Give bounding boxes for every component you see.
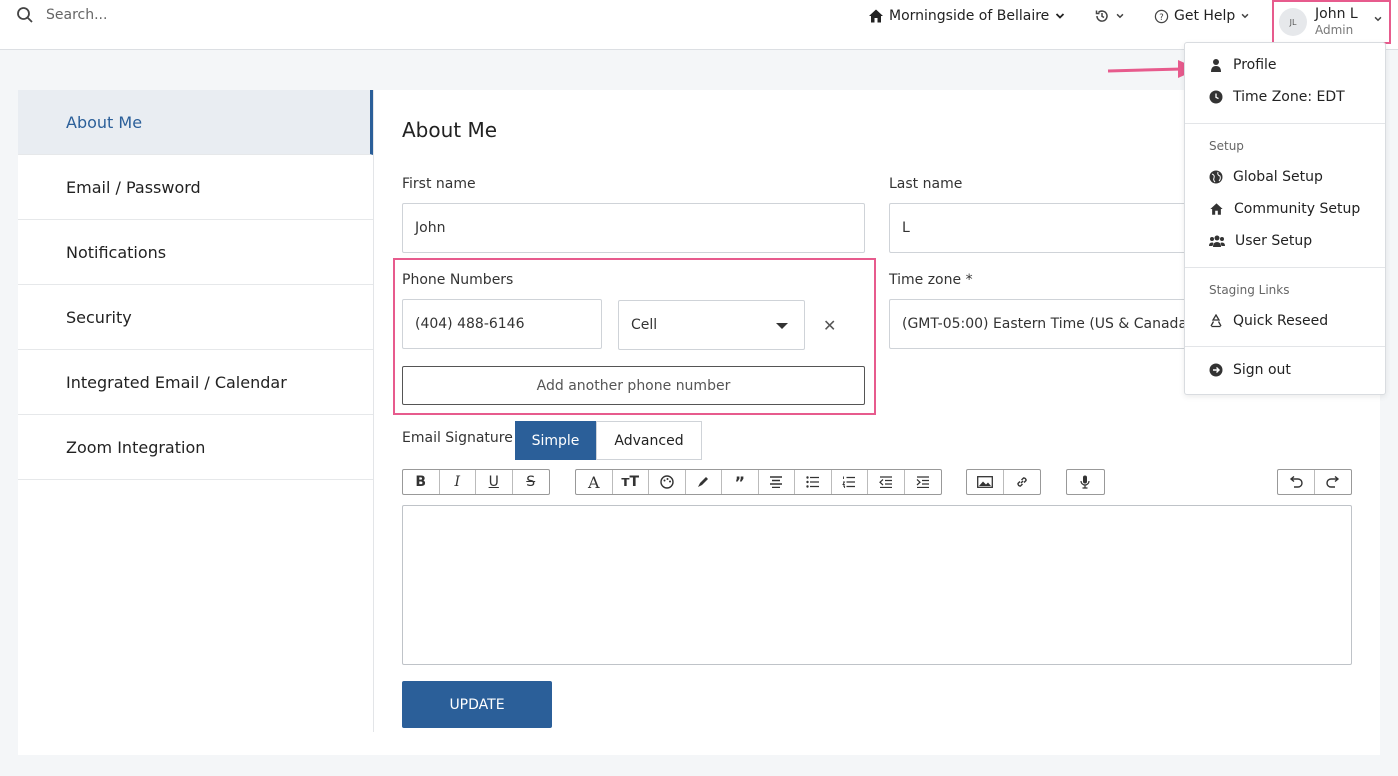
timezone-label: Time zone *: [889, 272, 973, 288]
sidebar-item-email-password[interactable]: Email / Password: [18, 155, 373, 220]
add-phone-button[interactable]: Add another phone number: [402, 366, 865, 405]
search-input[interactable]: [46, 7, 346, 23]
recycle-icon: [1210, 314, 1222, 328]
community-name: Morningside of Bellaire: [889, 8, 1050, 24]
menu-item-profile[interactable]: Profile: [1209, 57, 1277, 73]
settings-sidebar: About Me Email / Password Notifications …: [18, 90, 374, 732]
sidebar-item-notifications[interactable]: Notifications: [18, 220, 373, 285]
timezone-select[interactable]: (GMT-05:00) Eastern Time (US & Canada): [889, 299, 1189, 349]
signature-mode-advanced-button[interactable]: Advanced: [596, 421, 702, 460]
history-icon: [1095, 10, 1108, 22]
chevron-down-icon: [1241, 13, 1249, 19]
caret-down-icon: [776, 323, 788, 329]
globe-icon: [1209, 170, 1223, 184]
signature-mode-simple-button[interactable]: Simple: [515, 421, 596, 460]
phone-type-value: Cell: [631, 317, 658, 333]
user-menu-button[interactable]: JL John L Admin: [1272, 0, 1391, 44]
bold-icon[interactable]: B: [403, 470, 440, 494]
home-icon: [869, 9, 883, 23]
sidebar-item-integrated-email-calendar[interactable]: Integrated Email / Calendar: [18, 350, 373, 415]
menu-divider: [1185, 267, 1385, 268]
first-name-field[interactable]: John: [402, 203, 865, 253]
menu-section-staging-links: Staging Links: [1209, 283, 1290, 297]
highlighter-icon[interactable]: [686, 470, 722, 494]
menu-divider: [1185, 346, 1385, 347]
svg-text:?: ?: [1159, 11, 1163, 21]
history-button[interactable]: [1094, 8, 1125, 24]
users-icon: [1209, 235, 1225, 247]
remove-phone-icon[interactable]: ✕: [823, 316, 836, 335]
redo-icon[interactable]: [1315, 470, 1352, 494]
link-icon[interactable]: [1004, 470, 1041, 494]
home-icon: [1210, 203, 1223, 215]
italic-icon[interactable]: I: [440, 470, 476, 494]
menu-item-label: Quick Reseed: [1233, 313, 1329, 329]
sidebar-item-about-me[interactable]: About Me: [18, 90, 373, 155]
bullet-list-icon[interactable]: [795, 470, 832, 494]
email-signature-label: Email Signature: [402, 430, 513, 446]
phone-type-select[interactable]: Cell: [618, 300, 805, 350]
clock-icon: [1209, 90, 1223, 104]
font-size-icon[interactable]: тT: [613, 470, 649, 494]
phone-number-field[interactable]: (404) 488-6146: [402, 299, 602, 349]
audio-toolbar: [1066, 469, 1105, 495]
menu-item-sign-out[interactable]: Sign out: [1209, 362, 1291, 378]
user-dropdown-menu: Profile Time Zone: EDT Setup Global Setu…: [1184, 42, 1386, 395]
menu-item-global-setup[interactable]: Global Setup: [1209, 169, 1323, 185]
user-role: Admin: [1315, 23, 1354, 37]
menu-item-label: Community Setup: [1234, 201, 1361, 217]
help-button[interactable]: ? Get Help: [1154, 8, 1250, 24]
user-name: John L: [1315, 6, 1358, 22]
history-toolbar: [1277, 469, 1352, 495]
page-title: About Me: [402, 118, 498, 142]
menu-divider: [1185, 123, 1385, 124]
avatar: JL: [1279, 8, 1307, 36]
menu-item-label: Time Zone: EDT: [1233, 89, 1345, 105]
last-name-label: Last name: [889, 176, 963, 192]
menu-item-label: Profile: [1233, 57, 1277, 73]
first-name-label: First name: [402, 176, 476, 192]
format-toolbar: A тT ”: [575, 469, 942, 495]
community-selector[interactable]: Morningside of Bellaire: [868, 8, 1066, 24]
chevron-down-icon: [1116, 13, 1124, 19]
font-icon[interactable]: A: [576, 470, 613, 494]
last-name-field[interactable]: L: [889, 203, 1189, 253]
quote-icon[interactable]: ”: [722, 470, 759, 494]
text-style-toolbar: B I U S: [402, 469, 550, 495]
menu-item-quick-reseed[interactable]: Quick Reseed: [1209, 313, 1328, 329]
search-bar[interactable]: [16, 6, 346, 24]
numbered-list-icon[interactable]: [832, 470, 868, 494]
person-icon: [1211, 59, 1221, 72]
menu-item-community-setup[interactable]: Community Setup: [1209, 201, 1360, 217]
sidebar-item-zoom-integration[interactable]: Zoom Integration: [18, 415, 373, 480]
undo-icon[interactable]: [1278, 470, 1315, 494]
chevron-down-icon: [1374, 16, 1382, 22]
chevron-down-icon: [1056, 13, 1065, 19]
menu-item-label: Sign out: [1233, 362, 1291, 378]
sign-out-icon: [1209, 363, 1223, 377]
indent-icon[interactable]: [905, 470, 942, 494]
search-icon: [17, 7, 33, 23]
palette-icon[interactable]: [649, 470, 686, 494]
menu-item-user-setup[interactable]: User Setup: [1209, 233, 1312, 249]
outdent-icon[interactable]: [868, 470, 905, 494]
insert-toolbar: [966, 469, 1041, 495]
settings-card: About Me Email / Password Notifications …: [18, 90, 1380, 755]
update-button[interactable]: UPDATE: [402, 681, 552, 728]
underline-icon[interactable]: U: [476, 470, 513, 494]
align-center-icon[interactable]: [759, 470, 795, 494]
menu-item-label: User Setup: [1235, 233, 1313, 249]
image-icon[interactable]: [967, 470, 1004, 494]
microphone-icon[interactable]: [1067, 470, 1104, 494]
sidebar-item-security[interactable]: Security: [18, 285, 373, 350]
signature-editor[interactable]: [402, 505, 1352, 665]
strikethrough-icon[interactable]: S: [513, 470, 550, 494]
help-label: Get Help: [1174, 8, 1236, 24]
menu-item-label: Global Setup: [1233, 169, 1323, 185]
menu-item-timezone[interactable]: Time Zone: EDT: [1209, 89, 1345, 105]
menu-section-setup: Setup: [1209, 139, 1244, 153]
phone-numbers-label: Phone Numbers: [402, 272, 514, 288]
help-icon: ?: [1154, 9, 1169, 23]
